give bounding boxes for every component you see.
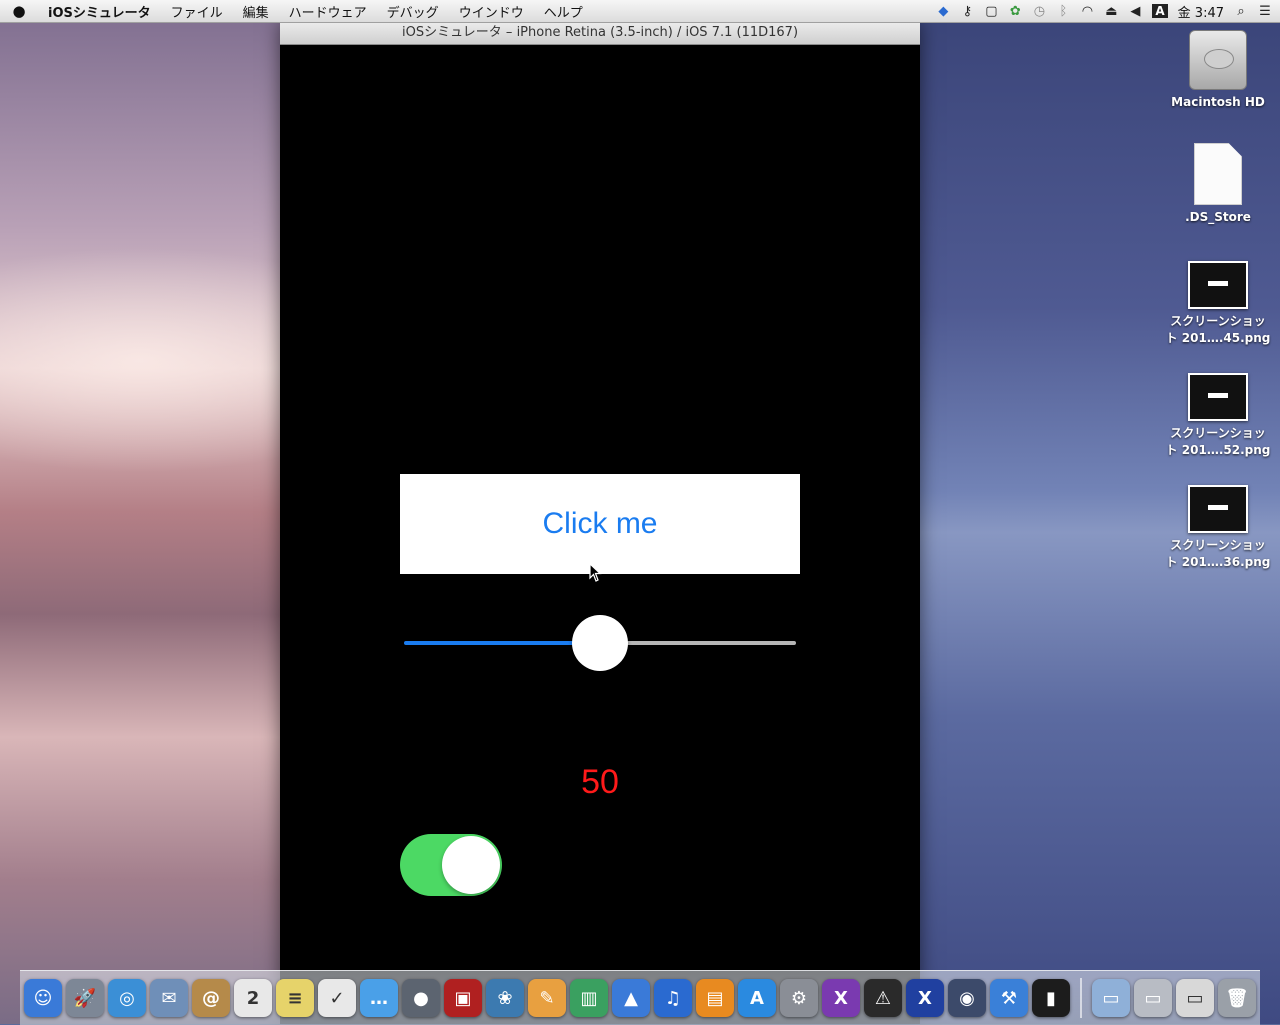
downloads-stack-icon[interactable]: ▭ (1176, 979, 1214, 1017)
slider-track-empty (600, 641, 796, 645)
evernote-icon[interactable]: ✿ (1008, 4, 1022, 19)
menu-clock[interactable]: 金 3:47 (1178, 2, 1224, 21)
simulator-title-bar[interactable]: iOSシミュレータ – iPhone Retina (3.5-inch) / i… (280, 22, 920, 45)
messages-icon[interactable]: … (360, 979, 398, 1017)
desktop-icon-label-line1: スクリーンショッ (1170, 426, 1266, 440)
menu-bar: ● iOSシミュレータ ファイル 編集 ハードウェア デバッグ ウインドウ ヘル… (0, 0, 1280, 23)
window-icon[interactable]: ▢ (984, 4, 998, 19)
safari-icon[interactable]: ◎ (108, 979, 146, 1017)
slider-value-label: 50 (581, 763, 619, 801)
slider-track-filled (404, 641, 600, 645)
desktop-icon-label-line2: ト 201….36.png (1165, 555, 1271, 569)
mouse-cursor-icon (589, 563, 602, 582)
screenshot-thumbnail-icon (1188, 373, 1248, 421)
launchpad-icon[interactable]: 🚀 (66, 979, 104, 1017)
spotlight-search-icon[interactable]: ⌕ (1234, 4, 1248, 19)
ios-screen: Click me 50 (280, 45, 920, 1024)
desktop-icon-label: Macintosh HD (1171, 95, 1265, 109)
menu-debug[interactable]: デバッグ (377, 2, 449, 21)
ios-simulator-window: iOSシミュレータ – iPhone Retina (3.5-inch) / i… (280, 22, 920, 1024)
eject-icon[interactable]: ⏏ (1104, 4, 1118, 19)
click-me-button[interactable]: Click me (400, 474, 800, 574)
time-machine-icon[interactable]: ◷ (1032, 4, 1046, 19)
menu-help[interactable]: ヘルプ (534, 2, 593, 21)
toggle-switch[interactable] (400, 834, 502, 896)
ios-simulator-icon[interactable]: ▮ (1032, 979, 1070, 1017)
xamarin-icon[interactable]: X (822, 979, 860, 1017)
desktop-icon-screenshot-1[interactable]: スクリーンショッ ト 201….45.png (1163, 261, 1273, 347)
screenshot-thumbnail-icon (1188, 485, 1248, 533)
facetime-icon[interactable]: ● (402, 979, 440, 1017)
toggle-switch-knob[interactable] (442, 836, 500, 894)
screenshot-thumbnail-icon (1188, 261, 1248, 309)
desktop-icon-label-line1: スクリーンショッ (1170, 314, 1266, 328)
system-preferences-icon[interactable]: ⚙ (780, 979, 818, 1017)
keynote-icon[interactable]: ▲ (612, 979, 650, 1017)
pages-icon[interactable]: ✎ (528, 979, 566, 1017)
hard-drive-icon (1189, 30, 1247, 90)
numbers-icon[interactable]: ▥ (570, 979, 608, 1017)
calendar-icon[interactable]: 2 (234, 979, 272, 1017)
documents-stack-icon[interactable]: ▭ (1134, 979, 1172, 1017)
desktop-icon-label-line2: ト 201….52.png (1165, 443, 1271, 457)
status-tray: ◆ ⚷ ▢ ✿ ◷ ᛒ ◠ ⏏ ◀ A 金 3:47 ⌕ ☰ (936, 0, 1272, 22)
dropbox-icon[interactable]: ◆ (936, 4, 950, 19)
desktop-icon-label: .DS_Store (1185, 210, 1251, 224)
reminders-icon[interactable]: ✓ (318, 979, 356, 1017)
notes-icon[interactable]: ≡ (276, 979, 314, 1017)
dock-separator (1080, 978, 1082, 1018)
menu-edit[interactable]: 編集 (233, 2, 279, 21)
menu-app-name[interactable]: iOSシミュレータ (38, 2, 161, 21)
console-icon[interactable]: ⚠ (864, 979, 902, 1017)
trash-icon[interactable]: 🗑 (1218, 979, 1256, 1017)
menu-file[interactable]: ファイル (161, 2, 233, 21)
wifi-icon[interactable]: ◠ (1080, 4, 1094, 19)
xcode-icon[interactable]: ⚒ (990, 979, 1028, 1017)
menu-window[interactable]: ウインドウ (449, 2, 534, 21)
value-slider[interactable] (404, 615, 796, 671)
finder-icon[interactable]: ☺ (24, 979, 62, 1017)
dock: ☺ 🚀 ◎ ✉ @2 ≡ ✓… ● ▣ ❀ ✎ ▥ ▲ ♫ ▤ A ⚙ X ⚠ X ◉ ⚒ ▮ ▭ ▭ ▭ 🗑 (20, 970, 1260, 1025)
app-store-icon[interactable]: A (738, 979, 776, 1017)
x11-icon[interactable]: X (906, 979, 944, 1017)
applications-folder-icon[interactable]: ▭ (1092, 979, 1130, 1017)
instruments-icon[interactable]: ◉ (948, 979, 986, 1017)
ibooks-icon[interactable]: ▤ (696, 979, 734, 1017)
menu-hardware[interactable]: ハードウェア (279, 2, 377, 21)
desktop-icon-screenshot-2[interactable]: スクリーンショッ ト 201….52.png (1163, 373, 1273, 459)
iphoto-icon[interactable]: ❀ (486, 979, 524, 1017)
notification-center-icon[interactable]: ☰ (1258, 4, 1272, 19)
contacts-icon[interactable]: @ (192, 979, 230, 1017)
input-method-indicator[interactable]: A (1152, 4, 1168, 18)
desktop-icon-screenshot-3[interactable]: スクリーンショッ ト 201….36.png (1163, 485, 1273, 571)
photo-booth-icon[interactable]: ▣ (444, 979, 482, 1017)
apple-menu-icon[interactable]: ● (0, 2, 38, 20)
desktop-icon-macintosh-hd[interactable]: Macintosh HD (1163, 30, 1273, 111)
bluetooth-icon[interactable]: ᛒ (1056, 4, 1070, 19)
desktop-icon-label-line1: スクリーンショッ (1170, 538, 1266, 552)
document-icon (1194, 143, 1242, 205)
desktop-icon-ds-store[interactable]: .DS_Store (1163, 143, 1273, 226)
volume-icon[interactable]: ◀ (1128, 4, 1142, 19)
slider-thumb[interactable] (572, 615, 628, 671)
desktop-icon-label-line2: ト 201….45.png (1165, 331, 1271, 345)
keychain-icon[interactable]: ⚷ (960, 4, 974, 19)
itunes-icon[interactable]: ♫ (654, 979, 692, 1017)
mail-icon[interactable]: ✉ (150, 979, 188, 1017)
